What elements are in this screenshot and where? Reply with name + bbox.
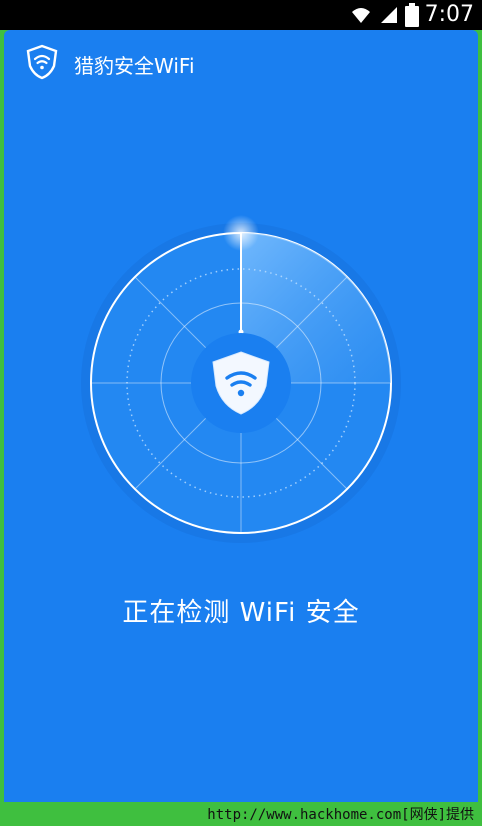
watermark-text: http://www.hackhome.com[网侠]提供: [207, 807, 474, 823]
radar-scanner: [81, 215, 401, 543]
status-time: 7:07: [424, 2, 474, 27]
scan-status-text: 正在检测 WiFi 安全: [122, 598, 360, 628]
status-icons: 7:07: [349, 0, 474, 30]
app-frame: 猎豹安全WiFi 正在检测 WiFi 安全: [4, 30, 478, 802]
footer-bar: http://www.hackhome.com[网侠]提供: [0, 802, 482, 826]
wifi-dot: [237, 389, 245, 397]
status-bar: 7:07: [0, 0, 482, 30]
wifi-icon: [351, 8, 370, 23]
signal-icon: [380, 7, 397, 23]
battery-icon: [404, 3, 419, 27]
radar-glow: [223, 215, 259, 251]
